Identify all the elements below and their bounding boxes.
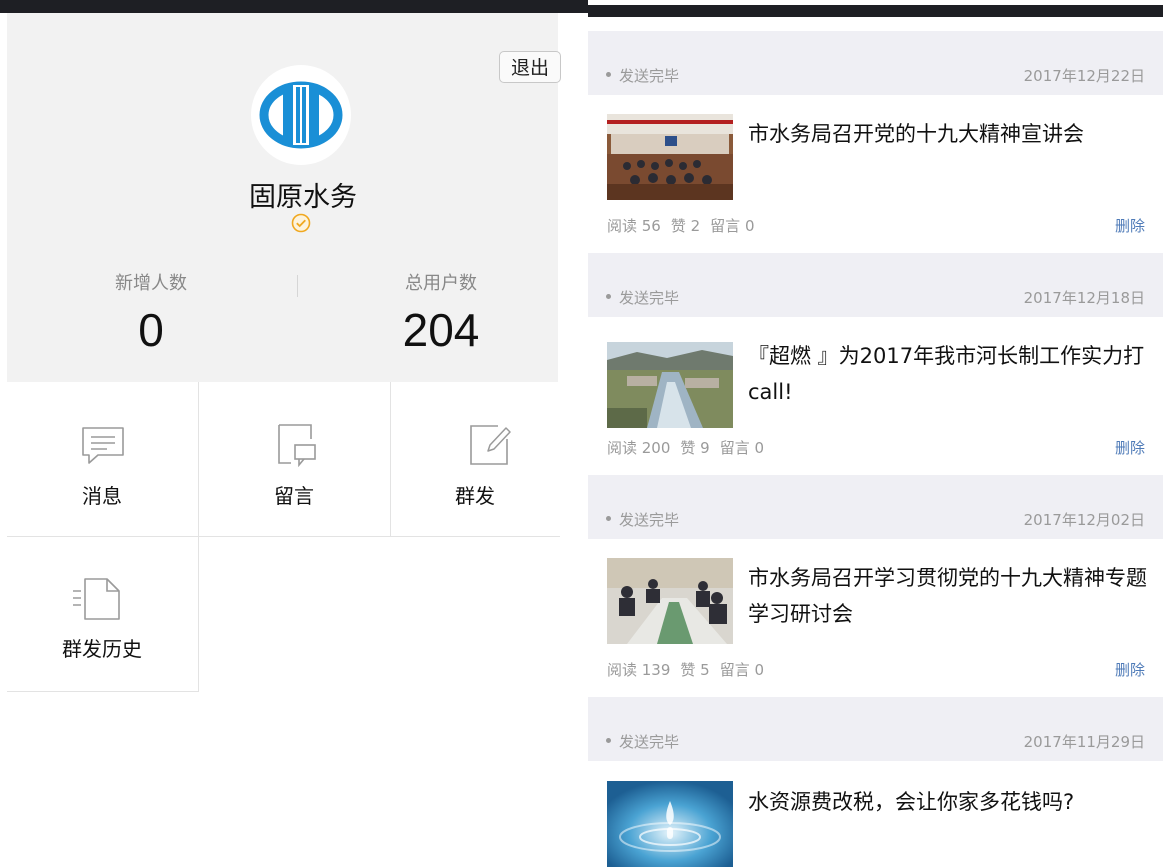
article-title[interactable]: 市水务局召开党的十九大精神宣讲会 <box>748 116 1148 152</box>
comment-count: 留言 0 <box>719 439 765 457</box>
comment-count: 留言 0 <box>710 217 755 235</box>
account-panel: 退出 固原水务 新增人数 0 总用户数 204 消息 留言 群发 群发历史 <box>0 0 588 867</box>
article-stats: 阅读 200 赞 9 留言 0 <box>607 437 774 458</box>
send-date: 2017年12月02日 <box>1023 511 1145 529</box>
article-stats: 阅读 139 赞 5 留言 0 <box>607 659 774 680</box>
status-bar <box>588 5 1163 17</box>
verified-icon <box>291 213 311 233</box>
bullet-icon <box>606 72 611 77</box>
menu-messages[interactable]: 消息 <box>7 383 198 535</box>
new-users-value: 0 <box>138 304 164 356</box>
menu-broadcast-label: 群发 <box>455 484 495 508</box>
bullet-icon <box>606 738 611 743</box>
stat-divider <box>297 275 298 297</box>
broadcast-history-list: 发送完毕 2017年12月22日 市水务局召开党的十九大精神宣讲会 阅读 56 赞… <box>588 0 1163 867</box>
article-title[interactable]: 市水务局召开学习贯彻党的十九大精神专题学习研讨会 <box>748 560 1148 632</box>
comment-count: 留言 0 <box>719 661 765 679</box>
menu-comments[interactable]: 留言 <box>199 383 390 535</box>
read-count: 阅读 200 <box>607 439 671 457</box>
status-row: 发送完毕 2017年12月02日 <box>588 475 1163 539</box>
read-count: 阅读 56 <box>607 217 661 235</box>
total-users-value: 204 <box>402 304 480 356</box>
article-thumbnail[interactable] <box>607 342 733 428</box>
bullet-icon <box>606 294 611 299</box>
delete-button[interactable]: 删除 <box>1115 215 1145 236</box>
menu-messages-label: 消息 <box>82 484 122 508</box>
article-title[interactable]: 水资源费改税，会让你家多花钱吗? <box>748 784 1148 820</box>
comment-icon <box>277 423 317 471</box>
new-users-label: 新增人数 <box>115 273 187 294</box>
article-thumbnail[interactable] <box>607 114 733 200</box>
article-title[interactable]: 『超燃 』为2017年我市河长制工作实力打call! <box>748 338 1148 410</box>
total-users-label: 总用户数 <box>405 273 477 294</box>
delete-button[interactable]: 删除 <box>1115 659 1145 680</box>
send-status: 发送完毕 <box>619 67 680 85</box>
account-name: 固原水务 <box>249 182 357 213</box>
article-thumbnail[interactable] <box>607 781 733 867</box>
menu-comments-label: 留言 <box>274 484 314 508</box>
send-status: 发送完毕 <box>619 289 680 307</box>
like-count: 赞 2 <box>670 217 701 235</box>
status-bar <box>0 0 588 13</box>
like-count: 赞 5 <box>680 661 710 679</box>
send-status: 发送完毕 <box>619 733 680 751</box>
profile-header: 退出 固原水务 新增人数 0 总用户数 204 <box>7 13 561 382</box>
bullet-icon <box>606 516 611 521</box>
article-thumbnail[interactable] <box>607 558 733 644</box>
send-status: 发送完毕 <box>619 511 680 529</box>
compose-icon <box>468 423 512 471</box>
menu-broadcast[interactable]: 群发 <box>391 383 560 535</box>
account-logo <box>251 65 351 165</box>
status-row: 发送完毕 2017年12月18日 <box>588 253 1163 317</box>
message-icon <box>80 425 126 471</box>
status-row: 发送完毕 2017年11月29日 <box>588 697 1163 761</box>
status-row: 发送完毕 2017年12月22日 <box>588 31 1163 95</box>
read-count: 阅读 139 <box>607 661 671 679</box>
send-date: 2017年12月22日 <box>1023 67 1145 85</box>
menu-broadcast-history-label: 群发历史 <box>62 637 142 661</box>
delete-button[interactable]: 删除 <box>1115 437 1145 458</box>
article-stats: 阅读 56 赞 2 留言 0 <box>607 215 764 236</box>
logout-button[interactable]: 退出 <box>499 51 561 83</box>
send-date: 2017年12月18日 <box>1023 289 1145 307</box>
like-count: 赞 9 <box>680 439 710 457</box>
send-date: 2017年11月29日 <box>1023 733 1145 751</box>
grid-divider <box>7 691 199 692</box>
history-icon <box>71 577 123 625</box>
menu-broadcast-history[interactable]: 群发历史 <box>7 537 198 690</box>
